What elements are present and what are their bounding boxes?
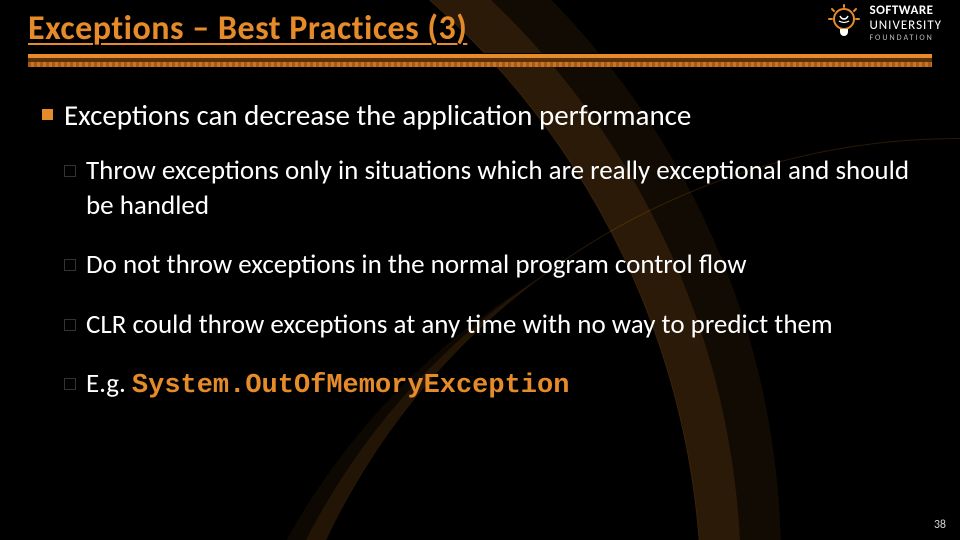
bullet-sub-2: Do not throw exceptions in the normal pr… xyxy=(64,247,918,282)
bullet-sub-1: Throw exceptions only in situations whic… xyxy=(64,153,918,223)
brand-line-1: SOFTWARE xyxy=(869,4,942,17)
example-code: System.OutOfMemoryException xyxy=(132,371,569,401)
bullet-main-text: Exceptions can decrease the application … xyxy=(64,97,691,133)
slide-title: Exceptions – Best Practices (3) xyxy=(28,8,932,49)
title-bar: Exceptions – Best Practices (3) SOFTWARE… xyxy=(0,0,960,73)
bullet-sub-3: CLR could throw exceptions at any time w… xyxy=(64,307,918,342)
lightbulb-icon xyxy=(827,4,861,42)
title-underline-stripe xyxy=(28,53,932,67)
bullet-sub-4: E.g. System.OutOfMemoryException xyxy=(64,366,918,404)
example-prefix: E.g. xyxy=(86,367,132,400)
brand-line-2: UNIVERSITY xyxy=(869,19,942,32)
bullet-main: Exceptions can decrease the application … xyxy=(42,97,918,404)
brand-line-3: FOUNDATION xyxy=(869,34,942,42)
slide-body: Exceptions can decrease the application … xyxy=(0,73,960,404)
brand-text: SOFTWARE UNIVERSITY FOUNDATION xyxy=(869,4,942,42)
page-number: 38 xyxy=(934,518,946,532)
brand-logo: SOFTWARE UNIVERSITY FOUNDATION xyxy=(827,4,942,42)
